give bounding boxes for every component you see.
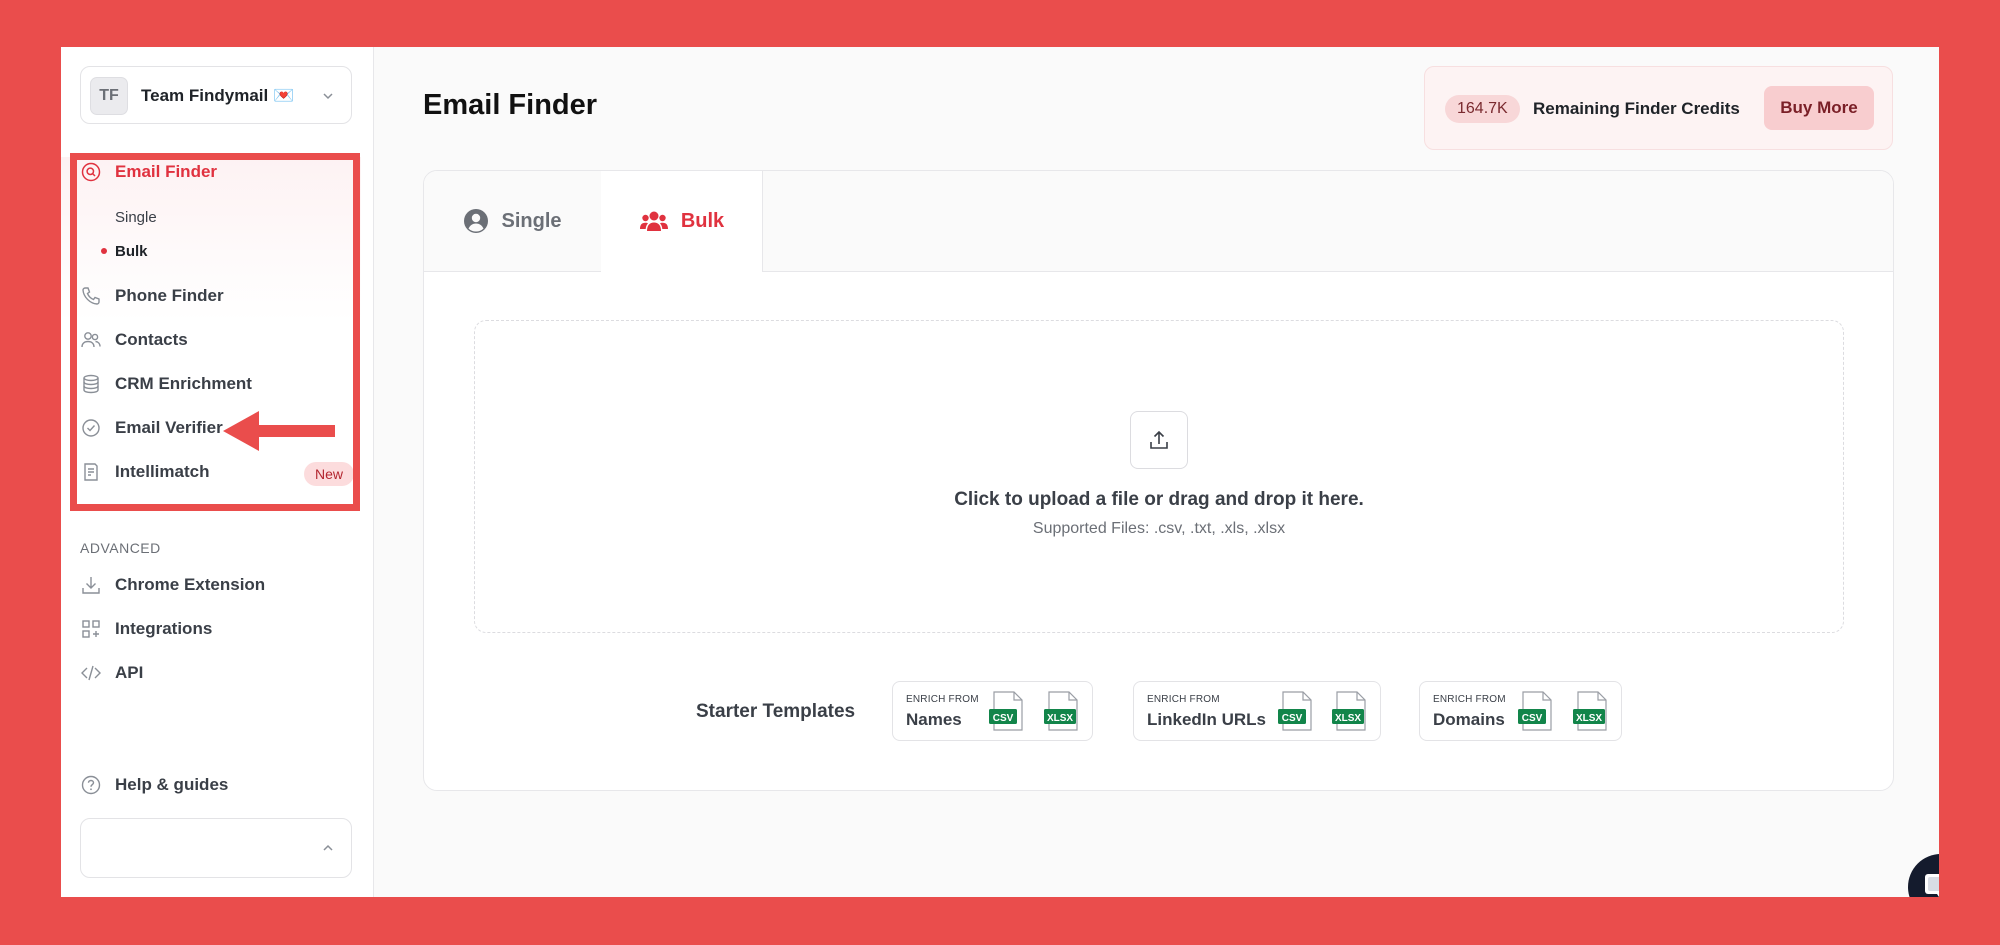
account-menu[interactable] [80,818,352,878]
template-domains[interactable]: ENRICH FROM Domains CSV XLSX [1419,681,1622,741]
team-name: Team Findymail 💌 [141,86,295,105]
file-type-label: CSV [992,713,1014,724]
tab-single[interactable]: Single [424,171,602,271]
section-label-advanced: ADVANCED [80,540,161,556]
credits-count-badge: 164.7K [1445,95,1520,123]
file-type-label: CSV [1521,713,1543,724]
xlsx-file-icon[interactable]: XLSX [1572,691,1610,731]
template-names[interactable]: ENRICH FROM Names CSV XLSX [892,681,1093,741]
file-type-label: XLSX [1334,713,1362,724]
help-circle-icon [80,774,102,796]
file-drop-zone[interactable]: Click to upload a file or drag and drop … [474,320,1844,633]
sidebar-item-api[interactable]: API [80,658,143,688]
file-type-label: XLSX [1046,713,1074,724]
upload-instructions: Click to upload a file or drag and drop … [954,489,1364,510]
tab-label: Bulk [680,210,725,232]
sidebar-item-integrations[interactable]: Integrations [80,614,212,644]
buy-more-button[interactable]: Buy More [1764,86,1874,130]
upload-icon [1150,430,1168,449]
supported-files: Supported Files: .csv, .txt, .xls, .xlsx [1032,520,1286,537]
download-icon [80,574,102,596]
sidebar-item-chrome-extension[interactable]: Chrome Extension [80,570,265,600]
chat-icon [1925,874,1939,897]
code-icon [80,662,102,684]
chat-launcher-button[interactable] [1908,854,1939,897]
user-circle-icon [463,208,489,234]
sidebar-item-help[interactable]: Help & guides [80,770,228,800]
app-window: TF Team Findymail 💌 Email Finder Single … [61,47,1939,897]
tab-label: Single [501,209,562,232]
template-linkedin-urls[interactable]: ENRICH FROM LinkedIn URLs CSV XLSX [1133,681,1381,741]
team-avatar: TF [90,77,128,115]
credits-label: Remaining Finder Credits [1533,99,1740,118]
xlsx-file-icon[interactable]: XLSX [1331,691,1369,731]
sidebar-item-label: Chrome Extension [115,575,266,594]
page-title: Email Finder [423,89,598,121]
credits-panel: 164.7K Remaining Finder Credits Buy More [1424,66,1893,150]
tab-bar: Single Bulk [424,171,1893,272]
sidebar: TF Team Findymail 💌 Email Finder Single … [61,47,374,897]
file-type-label: CSV [1281,713,1303,724]
template-name: Names [906,710,962,729]
annotation-arrow-icon [223,411,335,451]
sidebar-item-label: API [115,663,144,682]
team-switcher[interactable]: TF Team Findymail 💌 [80,66,352,124]
email-finder-card: Single Bulk Click to upload a file or dr… [423,170,1894,791]
csv-file-icon[interactable]: CSV [1517,691,1555,731]
xlsx-file-icon[interactable]: XLSX [1043,691,1081,731]
csv-file-icon[interactable]: CSV [988,691,1026,731]
template-name: Domains [1433,710,1505,729]
users-group-icon [639,210,669,234]
template-prefix: ENRICH FROM [1147,694,1220,705]
annotation-highlight-box [70,153,360,511]
grid-plus-icon [80,618,102,640]
chevron-up-icon [323,844,333,851]
starter-templates-label: Starter Templates [696,701,856,722]
upload-button[interactable] [1130,411,1188,469]
tab-bulk[interactable]: Bulk [601,171,763,272]
chevron-down-icon [323,93,333,100]
template-prefix: ENRICH FROM [1433,694,1506,705]
csv-file-icon[interactable]: CSV [1277,691,1315,731]
sidebar-item-label: Integrations [115,619,213,638]
file-type-label: XLSX [1575,713,1603,724]
template-prefix: ENRICH FROM [906,694,979,705]
sidebar-item-label: Help & guides [115,775,229,794]
template-name: LinkedIn URLs [1147,710,1267,729]
